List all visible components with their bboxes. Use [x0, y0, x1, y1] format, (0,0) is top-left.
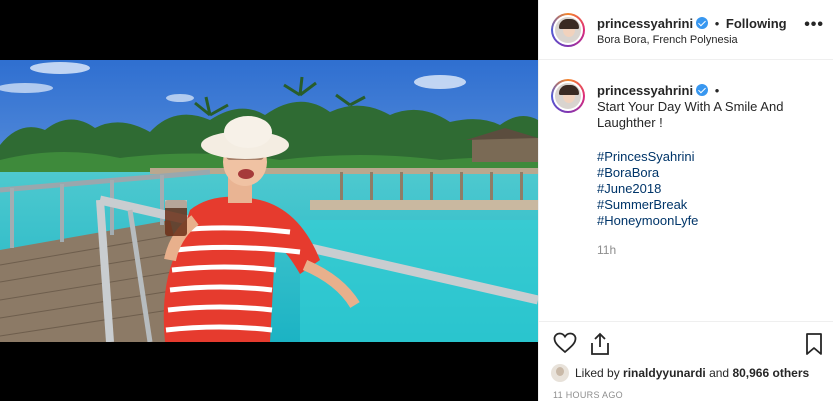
post-media [0, 0, 538, 401]
hashtag-link[interactable]: #PrincesSyahrini [597, 149, 698, 165]
profile-picture [555, 17, 581, 43]
post-photo[interactable] [0, 60, 538, 342]
separator-dot: • [714, 83, 720, 98]
post-header: princessyahrini • Following Bora Bora, F… [539, 0, 833, 60]
liker-avatar [551, 364, 569, 382]
share-upload-icon[interactable] [589, 332, 611, 356]
username-link[interactable]: princessyahrini [597, 16, 693, 31]
caption-user-line: princessyahrini • [597, 83, 722, 98]
liker-username-link[interactable]: rinaldyyunardi [623, 366, 706, 380]
header-user-line: princessyahrini • Following [597, 16, 787, 31]
caption-avatar[interactable] [551, 79, 585, 113]
heart-outline-icon[interactable] [553, 332, 577, 354]
hashtag-link[interactable]: #HoneymoonLyfe [597, 213, 698, 229]
hashtag-link[interactable]: #BoraBora [597, 165, 698, 181]
caption-age[interactable]: 11h [597, 243, 616, 257]
verified-badge-icon [696, 17, 709, 29]
ellipsis-icon[interactable]: ••• [804, 17, 824, 33]
likes-middle: and [709, 366, 730, 380]
comments-section: princessyahrini • Start Your Day With A … [539, 61, 833, 321]
following-button[interactable]: Following [726, 16, 787, 31]
post-side-panel: princessyahrini • Following Bora Bora, F… [538, 0, 833, 401]
likes-count-link[interactable]: 80,966 others [732, 366, 809, 380]
caption-username-link[interactable]: princessyahrini [597, 83, 693, 98]
hashtag-link[interactable]: #June2018 [597, 181, 698, 197]
hashtag-list: #PrincesSyahrini #BoraBora #June2018 #Su… [597, 149, 698, 229]
avatar[interactable] [551, 13, 585, 47]
profile-picture [555, 83, 581, 109]
likes-summary: Liked by rinaldyyunardi and 80,966 other… [551, 364, 809, 382]
hashtag-link[interactable]: #SummerBreak [597, 197, 698, 213]
location-link[interactable]: Bora Bora, French Polynesia [597, 34, 738, 46]
action-bar [539, 321, 833, 366]
verified-badge-icon [696, 84, 709, 96]
likes-prefix: Liked by [575, 366, 620, 380]
post-timestamp[interactable]: 11 HOURS AGO [553, 390, 623, 400]
separator-dot: • [714, 16, 720, 31]
bookmark-icon[interactable] [804, 332, 824, 356]
caption-text: Start Your Day With A Smile And Laughthe… [597, 99, 784, 130]
